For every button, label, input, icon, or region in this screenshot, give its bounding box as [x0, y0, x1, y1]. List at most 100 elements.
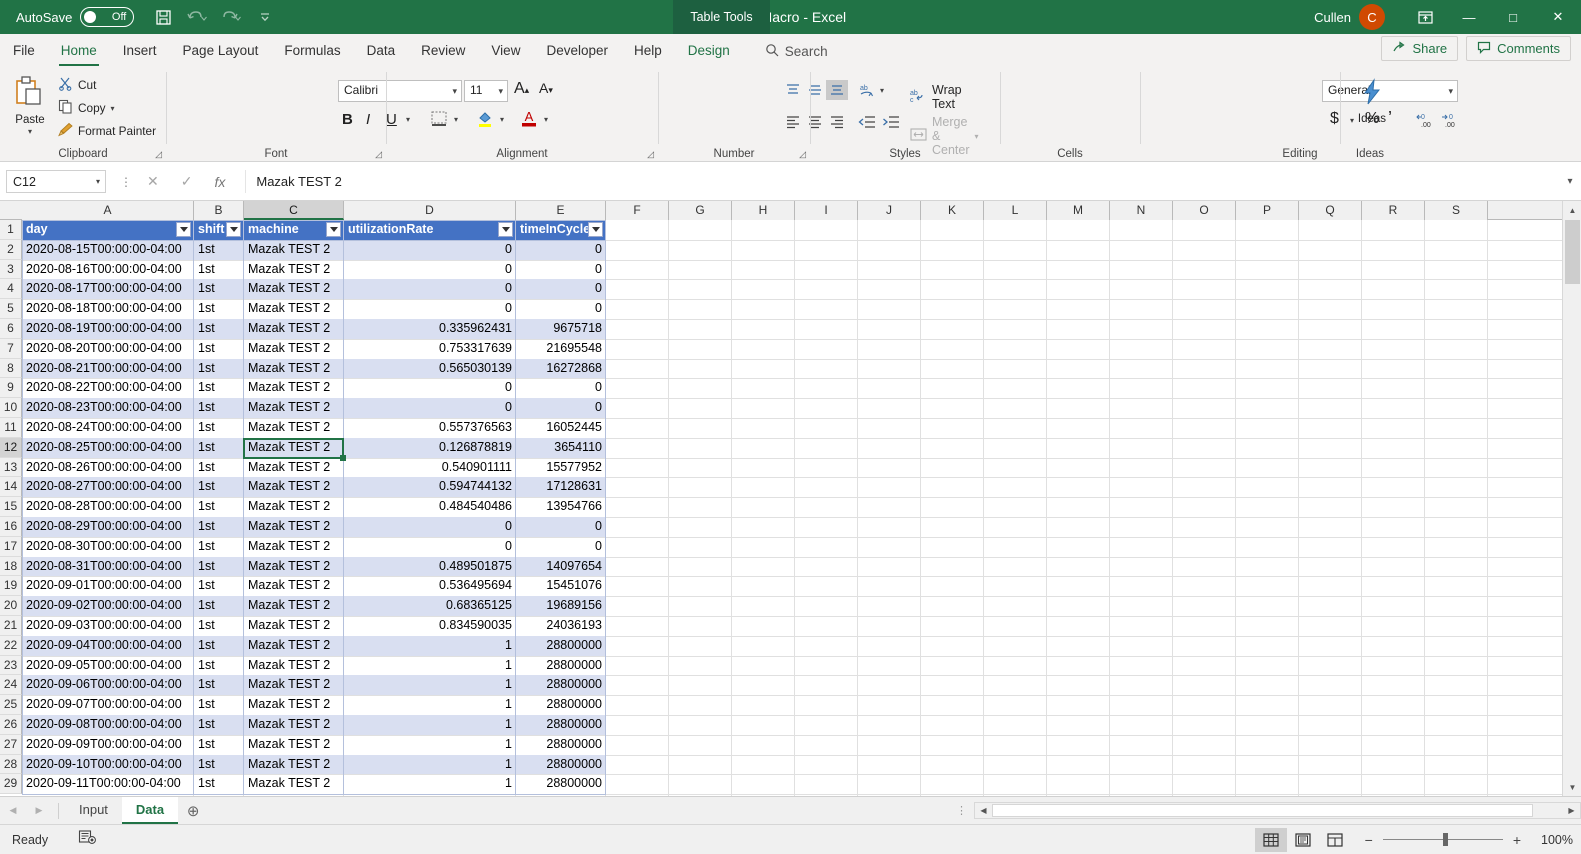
cell-A7[interactable]: 2020-08-20T00:00:00-04:00 — [22, 339, 194, 359]
page-layout-view-button[interactable] — [1287, 828, 1319, 852]
cell-B3[interactable]: 1st — [194, 260, 244, 280]
autosave-toggle[interactable]: Off — [80, 7, 134, 27]
cell-C25[interactable]: Mazak TEST 2 — [244, 695, 344, 715]
cell-A26[interactable]: 2020-09-08T00:00:00-04:00 — [22, 715, 194, 735]
cell-D9[interactable]: 0 — [344, 378, 516, 398]
vertical-scroll-thumb[interactable] — [1565, 220, 1580, 284]
cell-A23[interactable]: 2020-09-05T00:00:00-04:00 — [22, 656, 194, 676]
cell-C3[interactable]: Mazak TEST 2 — [244, 260, 344, 280]
column-header-G[interactable]: G — [669, 201, 732, 220]
cell-E29[interactable]: 28800000 — [516, 774, 606, 794]
cell-B10[interactable]: 1st — [194, 398, 244, 418]
cell-D11[interactable]: 0.557376563 — [344, 418, 516, 438]
cell-C16[interactable]: Mazak TEST 2 — [244, 517, 344, 537]
cell-C7[interactable]: Mazak TEST 2 — [244, 339, 344, 359]
sheet-nav-previous-icon[interactable]: ◀ — [0, 805, 26, 816]
cell-D25[interactable]: 1 — [344, 695, 516, 715]
cell-D23[interactable]: 1 — [344, 656, 516, 676]
cell-D16[interactable]: 0 — [344, 517, 516, 537]
comments-button[interactable]: Comments — [1466, 36, 1571, 61]
cell-C10[interactable]: Mazak TEST 2 — [244, 398, 344, 418]
cell-D7[interactable]: 0.753317639 — [344, 339, 516, 359]
row-header-23[interactable]: 23 — [0, 656, 22, 676]
row-header-10[interactable]: 10 — [0, 398, 22, 418]
filter-dropdown-icon-utilizationRate[interactable] — [498, 222, 513, 237]
cell-E15[interactable]: 13954766 — [516, 497, 606, 517]
cell-E9[interactable]: 0 — [516, 378, 606, 398]
cell-C24[interactable]: Mazak TEST 2 — [244, 675, 344, 695]
cell-C21[interactable]: Mazak TEST 2 — [244, 616, 344, 636]
autosave-control[interactable]: AutoSave Off — [16, 7, 134, 27]
cell-E5[interactable]: 0 — [516, 299, 606, 319]
cell-D22[interactable]: 1 — [344, 636, 516, 656]
cell-D27[interactable]: 1 — [344, 735, 516, 755]
cell-B18[interactable]: 1st — [194, 557, 244, 577]
cell-C2[interactable]: Mazak TEST 2 — [244, 240, 344, 260]
avatar[interactable]: C — [1359, 4, 1385, 30]
cell-E18[interactable]: 14097654 — [516, 557, 606, 577]
cell-A11[interactable]: 2020-08-24T00:00:00-04:00 — [22, 418, 194, 438]
cell-B20[interactable]: 1st — [194, 596, 244, 616]
tab-data[interactable]: Data — [354, 36, 409, 66]
cell-C20[interactable]: Mazak TEST 2 — [244, 596, 344, 616]
cell-A29[interactable]: 2020-09-11T00:00:00-04:00 — [22, 774, 194, 794]
column-header-D[interactable]: D — [344, 201, 516, 220]
cell-B4[interactable]: 1st — [194, 279, 244, 299]
cell-E27[interactable]: 28800000 — [516, 735, 606, 755]
cell-B14[interactable]: 1st — [194, 477, 244, 497]
cell-A12[interactable]: 2020-08-25T00:00:00-04:00 — [22, 438, 194, 458]
row-header-28[interactable]: 28 — [0, 755, 22, 775]
copy-chevron-down-icon[interactable]: ▾ — [111, 104, 115, 113]
cell-C9[interactable]: Mazak TEST 2 — [244, 378, 344, 398]
cell-A15[interactable]: 2020-08-28T00:00:00-04:00 — [22, 497, 194, 517]
number-format-chevron-down-icon[interactable]: ▾ — [1448, 86, 1453, 97]
paste-button[interactable]: Paste ▾ — [8, 74, 52, 137]
search-input[interactable]: Search — [765, 36, 828, 66]
cell-B2[interactable]: 1st — [194, 240, 244, 260]
save-icon[interactable] — [148, 3, 178, 31]
column-header-I[interactable]: I — [795, 201, 858, 220]
cell-E25[interactable]: 28800000 — [516, 695, 606, 715]
cell-E28[interactable]: 28800000 — [516, 755, 606, 775]
copy-button[interactable]: Copy ▾ — [58, 99, 115, 117]
decrease-decimal-button[interactable]: 0.00 — [1440, 111, 1460, 134]
horizontal-scroll-thumb[interactable] — [992, 804, 1533, 817]
name-box-chevron-down-icon[interactable]: ▾ — [96, 177, 100, 186]
row-header-11[interactable]: 11 — [0, 418, 22, 438]
column-header-N[interactable]: N — [1110, 201, 1173, 220]
cell-E2[interactable]: 0 — [516, 240, 606, 260]
zoom-slider[interactable] — [1383, 839, 1503, 840]
cell-C28[interactable]: Mazak TEST 2 — [244, 755, 344, 775]
cell-E19[interactable]: 15451076 — [516, 576, 606, 596]
row-header-17[interactable]: 17 — [0, 537, 22, 557]
row-header-21[interactable]: 21 — [0, 616, 22, 636]
cancel-formula-icon[interactable]: ✕ — [147, 173, 159, 190]
cell-C22[interactable]: Mazak TEST 2 — [244, 636, 344, 656]
cell-D6[interactable]: 0.335962431 — [344, 319, 516, 339]
cell-D29[interactable]: 1 — [344, 774, 516, 794]
row-header-19[interactable]: 19 — [0, 576, 22, 596]
zoom-level-label[interactable]: 100% — [1529, 833, 1573, 847]
cell-D15[interactable]: 0.484540486 — [344, 497, 516, 517]
row-header-22[interactable]: 22 — [0, 636, 22, 656]
tab-developer[interactable]: Developer — [533, 36, 621, 66]
filter-dropdown-icon-day[interactable] — [176, 222, 191, 237]
cell-A2[interactable]: 2020-08-15T00:00:00-04:00 — [22, 240, 194, 260]
cell-A9[interactable]: 2020-08-22T00:00:00-04:00 — [22, 378, 194, 398]
sheet-tab-data[interactable]: Data — [122, 797, 178, 824]
cell-B11[interactable]: 1st — [194, 418, 244, 438]
cell-D3[interactable]: 0 — [344, 260, 516, 280]
row-header-18[interactable]: 18 — [0, 557, 22, 577]
cell-B7[interactable]: 1st — [194, 339, 244, 359]
cell-B17[interactable]: 1st — [194, 537, 244, 557]
filter-dropdown-icon-machine[interactable] — [326, 222, 341, 237]
sheet-nav-next-icon[interactable]: ▶ — [26, 805, 52, 816]
column-header-K[interactable]: K — [921, 201, 984, 220]
cell-B27[interactable]: 1st — [194, 735, 244, 755]
scrollbar-drag-dots[interactable]: ⋮ — [956, 804, 968, 817]
cell-C5[interactable]: Mazak TEST 2 — [244, 299, 344, 319]
paste-chevron-down-icon[interactable]: ▾ — [28, 127, 32, 136]
column-header-O[interactable]: O — [1173, 201, 1236, 220]
cell-D14[interactable]: 0.594744132 — [344, 477, 516, 497]
column-header-E[interactable]: E — [516, 201, 606, 220]
